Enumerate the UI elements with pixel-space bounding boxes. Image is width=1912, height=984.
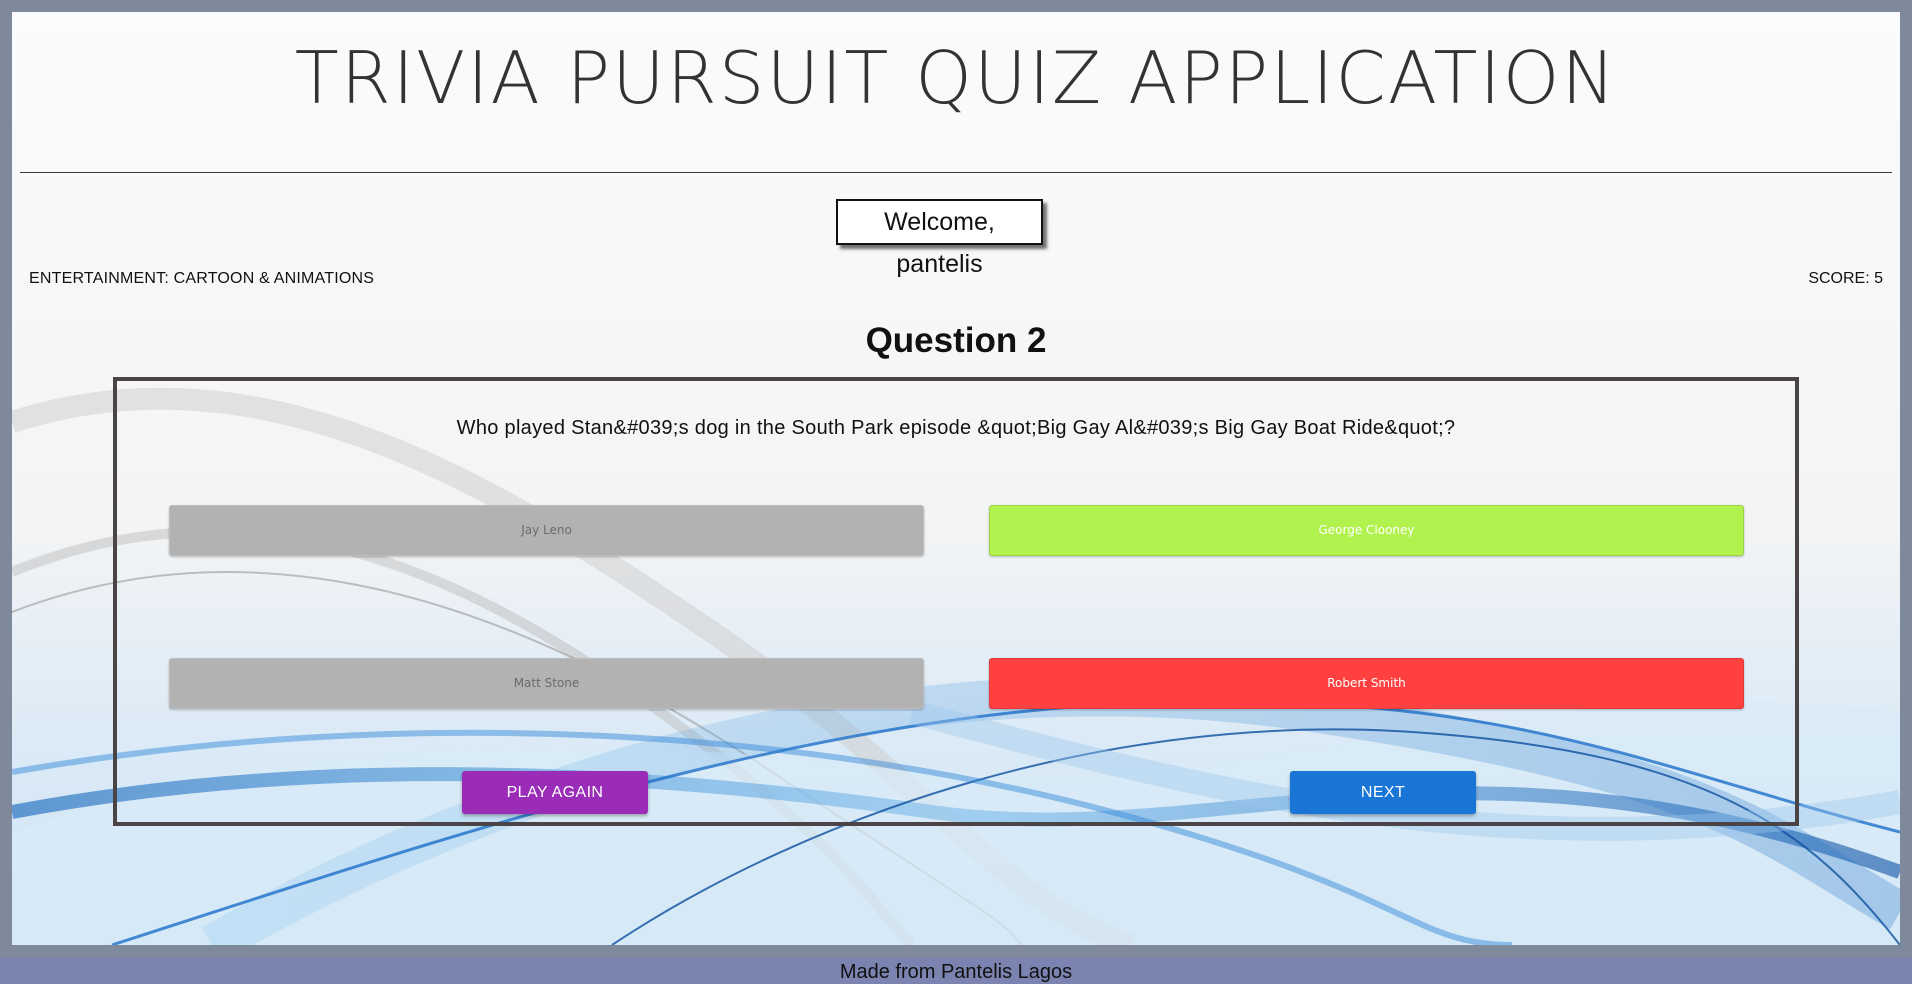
answer-button-3[interactable]: Matt Stone: [169, 658, 924, 709]
title-divider: [20, 172, 1892, 173]
footer-credit: Made from Pantelis Lagos: [0, 957, 1912, 984]
answer-button-4[interactable]: Robert Smith: [989, 658, 1744, 709]
app-title: TRIVIA PURSUIT QUIZ APPLICATION: [294, 36, 1618, 120]
answer-button-1[interactable]: Jay Leno: [169, 505, 924, 556]
next-button[interactable]: NEXT: [1290, 771, 1476, 814]
app-frame: TRIVIA PURSUIT QUIZ APPLICATION Welcome,…: [0, 0, 1912, 957]
score-label: SCORE: 5: [1808, 270, 1883, 287]
question-text: Who played Stan&#039;s dog in the South …: [456, 417, 1456, 439]
welcome-message: Welcome, pantelis: [836, 199, 1043, 278]
answer-button-2[interactable]: George Clooney: [989, 505, 1744, 556]
question-heading: Question 2: [865, 321, 1047, 360]
question-panel: Who played Stan&#039;s dog in the South …: [113, 377, 1799, 826]
main-content: TRIVIA PURSUIT QUIZ APPLICATION Welcome,…: [12, 12, 1900, 945]
category-label: ENTERTAINMENT: CARTOON & ANIMATIONS: [29, 270, 375, 287]
play-again-button[interactable]: PLAY AGAIN: [462, 771, 648, 814]
